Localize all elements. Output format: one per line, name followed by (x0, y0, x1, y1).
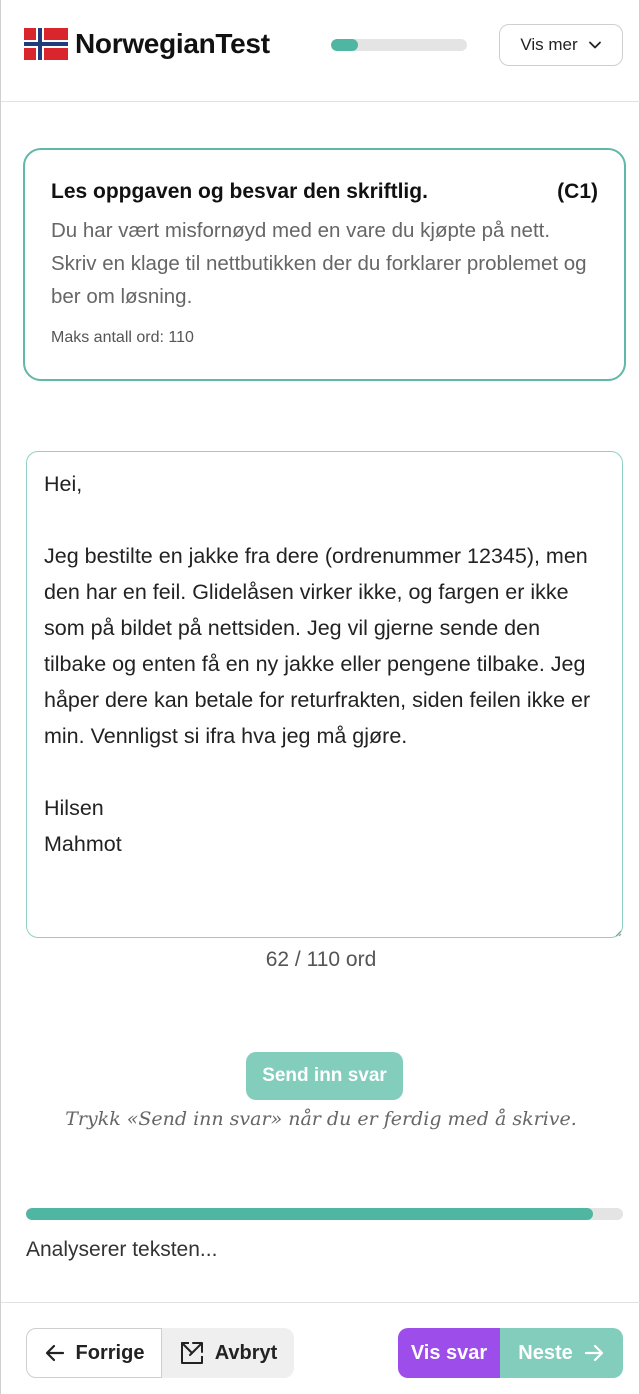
previous-label: Forrige (75, 1341, 145, 1364)
norway-flag-icon (24, 28, 68, 60)
task-card: Les oppgaven og besvar den skriftlig. (C… (23, 148, 626, 381)
right-button-group: Vis svar Neste (398, 1328, 623, 1378)
resize-handle-icon[interactable] (614, 929, 622, 937)
analysis-progress-fill (26, 1208, 594, 1220)
left-button-group: Forrige Avbryt (26, 1328, 294, 1378)
max-words-note: Maks antall ord: 110 (51, 329, 194, 346)
word-counter: 62 / 110 ord (265, 948, 377, 971)
show-answer-button[interactable]: Vis svar (398, 1328, 500, 1378)
submit-answer-button[interactable]: Send inn svar (246, 1052, 403, 1100)
task-header: Les oppgaven og besvar den skriftlig. (C… (51, 180, 598, 204)
task-level-badge: (C1) (557, 180, 598, 203)
next-label: Neste (518, 1341, 573, 1364)
arrow-left-icon (45, 1344, 64, 1362)
footer-nav: Forrige Avbryt Vis svar Neste (1, 1302, 640, 1394)
show-more-label: Vis mer (520, 35, 578, 54)
analysis-status: Analyserer teksten... (26, 1238, 218, 1261)
task-title: Les oppgaven og besvar den skriftlig. (51, 180, 428, 203)
next-button[interactable]: Neste (500, 1328, 623, 1378)
app-header: NorwegianTest Vis mer (1, 0, 640, 102)
submit-hint: Trykk «Send inn svar» når du er ferdig m… (65, 1108, 577, 1130)
analysis-progress-bar (26, 1208, 623, 1220)
brand-name: NorwegianTest (75, 28, 270, 59)
logo[interactable]: NorwegianTest (23, 28, 270, 60)
cancel-label: Avbryt (214, 1341, 278, 1364)
arrow-right-icon (584, 1344, 603, 1362)
show-more-button[interactable]: Vis mer (499, 24, 623, 66)
exit-square-icon (180, 1342, 203, 1364)
chevron-down-icon (588, 41, 601, 49)
previous-button[interactable]: Forrige (26, 1328, 162, 1378)
test-progress-fill (331, 39, 359, 51)
test-progress-bar (331, 39, 467, 51)
task-description: Du har vært misfornøyd med en vare du kj… (51, 219, 587, 308)
answer-textarea[interactable]: Hei, Jeg bestilte en jakke fra dere (ord… (26, 451, 623, 938)
cancel-button[interactable]: Avbryt (162, 1328, 294, 1378)
